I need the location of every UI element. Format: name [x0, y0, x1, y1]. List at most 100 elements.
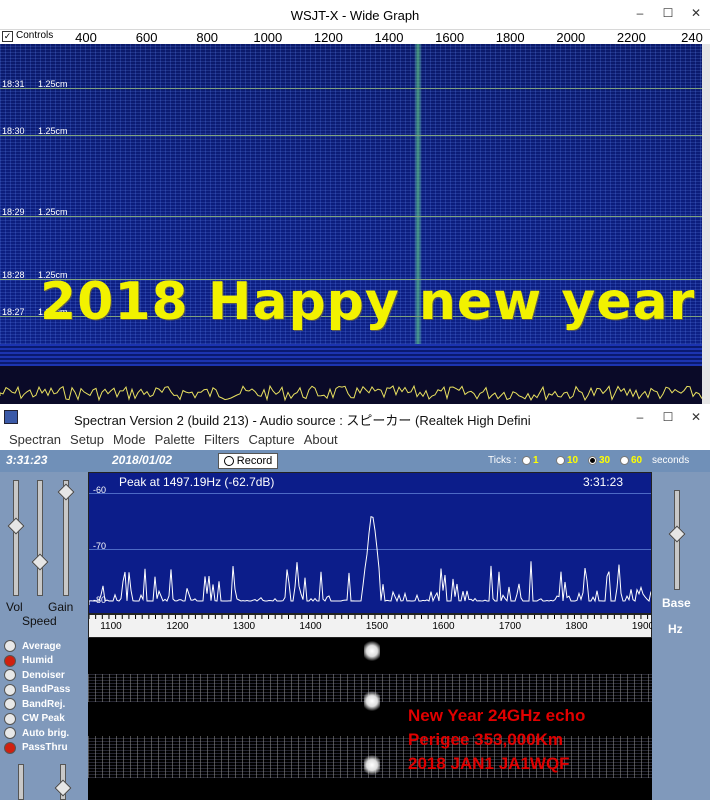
option-passthru[interactable]: PassThru: [4, 741, 68, 754]
tick-option-30[interactable]: 30: [588, 455, 610, 466]
menu-setup[interactable]: Setup: [70, 432, 104, 450]
frequency-label: 1400: [374, 30, 404, 45]
spectrum-trace: [89, 516, 651, 605]
option-bandpass[interactable]: BandPass: [4, 683, 70, 696]
minimize-icon[interactable]: –: [626, 404, 654, 430]
tick-option-60[interactable]: 60: [620, 455, 642, 466]
option-label: PassThru: [22, 742, 68, 753]
scale-label: 1700: [498, 621, 522, 632]
menu-palette[interactable]: Palette: [155, 432, 195, 450]
volume-slider-knob[interactable]: [7, 517, 25, 535]
wsjt-scrollbar[interactable]: [702, 44, 710, 404]
spectrum-display: -60 -70 -80 Peak at 1497.19Hz (-62.7dB) …: [88, 472, 652, 614]
time-label: 18:29: [2, 207, 25, 217]
time-label: 18:28: [2, 270, 25, 280]
maximize-icon[interactable]: ☐: [654, 0, 682, 26]
toggle-icon: [4, 683, 16, 696]
spectran-app-icon: [4, 410, 18, 424]
echo-message: New Year 24GHz echo Perigee 353,000Km 20…: [408, 704, 648, 776]
tick-value: 1: [533, 455, 539, 466]
message-line-2: Perigee 353,000Km: [408, 730, 563, 749]
time-marker-line: [0, 88, 702, 89]
speed-slider-track[interactable]: [37, 480, 43, 596]
message-line-1: New Year 24GHz echo: [408, 706, 586, 725]
close-icon[interactable]: ✕: [682, 0, 710, 26]
time-label: 18:27: [2, 307, 25, 317]
option-denoiser[interactable]: Denoiser: [4, 669, 65, 681]
radio-icon: [556, 456, 565, 465]
record-icon: [223, 456, 234, 466]
vol-label: Vol: [6, 600, 23, 614]
scale-label: 1500: [365, 621, 389, 632]
maximize-icon[interactable]: ☐: [654, 404, 682, 430]
menu-about[interactable]: About: [304, 432, 338, 450]
left-control-panel: Vol Gain Speed Average Humid Denoiser BandP…: [0, 472, 88, 800]
tick-option-10[interactable]: 10: [556, 455, 578, 466]
spectran-title-bar: Spectran Version 2 (build 213) - Audio s…: [0, 404, 710, 430]
echo-blip: [364, 754, 380, 776]
toggle-icon: [4, 654, 16, 667]
scale-label: 1900: [631, 621, 655, 632]
echo-blip: [364, 640, 380, 662]
base-label: Base: [662, 596, 691, 610]
bottom-slider-track-1[interactable]: [18, 764, 24, 800]
scale-label: 1200: [166, 621, 189, 632]
ticks-label: Ticks :: [488, 455, 517, 466]
hz-label: Hz: [668, 622, 683, 636]
happy-new-year-overlay: 2018 Happy new year: [40, 272, 696, 332]
seconds-label: seconds: [652, 455, 690, 466]
menu-filters[interactable]: Filters: [204, 432, 239, 450]
message-line-3: 2018 JAN1 JA1WQF: [408, 754, 570, 773]
option-label: CW Peak: [22, 713, 65, 724]
toggle-icon: [4, 727, 16, 739]
speed-slider-knob[interactable]: [31, 553, 49, 571]
volume-slider-track[interactable]: [13, 480, 19, 596]
wsjt-window: WSJT-X - Wide Graph – ☐ ✕ ✓ Controls 400…: [0, 0, 710, 404]
base-slider-knob[interactable]: [668, 525, 686, 543]
menu-spectran[interactable]: Spectran: [9, 432, 61, 450]
option-humid[interactable]: Humid: [4, 654, 53, 667]
frequency-scale[interactable]: 1100 1200 1300 1400 1500 1600 1700 1800 1900: [88, 614, 655, 638]
record-button[interactable]: Record: [218, 453, 278, 469]
frequency-label: 400: [75, 30, 97, 45]
wsjt-spectrum: [0, 366, 703, 404]
tick-option-1[interactable]: 1: [522, 455, 539, 466]
tick-value: 60: [631, 455, 643, 466]
toggle-icon: [4, 741, 16, 754]
gain-slider-knob[interactable]: [57, 483, 75, 501]
option-average[interactable]: Average: [4, 640, 61, 652]
option-cw-peak[interactable]: CW Peak: [4, 712, 65, 725]
frequency-ruler: [0, 30, 710, 44]
scale-label: 1100: [100, 621, 122, 632]
radio-icon: [522, 456, 531, 465]
option-label: BandRej.: [22, 698, 66, 710]
option-auto-brig[interactable]: Auto brig.: [4, 727, 69, 739]
toggle-icon: [4, 669, 16, 681]
option-label: Denoiser: [22, 669, 65, 681]
spectran-menu-bar: Spectran Setup Mode Palette Filters Capt…: [0, 430, 710, 450]
menu-mode[interactable]: Mode: [113, 432, 146, 450]
radio-icon: [620, 456, 629, 465]
menu-capture[interactable]: Capture: [248, 432, 294, 450]
controls-checkbox[interactable]: ✓: [2, 31, 13, 42]
time-label: 18:30: [2, 126, 25, 136]
frequency-label: 1000: [253, 30, 283, 45]
gain-label: Gain: [48, 600, 74, 614]
wsjt-spectrum-trace: [0, 384, 703, 402]
tick-value: 10: [567, 455, 579, 466]
speed-label: Speed: [22, 614, 57, 628]
toggle-icon: [4, 640, 16, 652]
minimize-icon[interactable]: –: [626, 0, 654, 26]
mode-label: 1.25cm: [38, 126, 68, 136]
right-control-panel: Base Hz: [652, 472, 710, 800]
option-bandrej[interactable]: BandRej.: [4, 698, 65, 710]
spectrum-trace-line: [89, 516, 651, 605]
tick-value: 30: [599, 455, 611, 466]
time-marker-line: [0, 135, 702, 136]
date: 2018/01/02: [112, 453, 173, 467]
scale-label: 1800: [565, 621, 588, 632]
frequency-label: 2000: [556, 30, 586, 45]
close-icon[interactable]: ✕: [682, 404, 710, 430]
bottom-slider-knob[interactable]: [54, 779, 72, 797]
mode-label: 1.25cm: [38, 207, 68, 217]
